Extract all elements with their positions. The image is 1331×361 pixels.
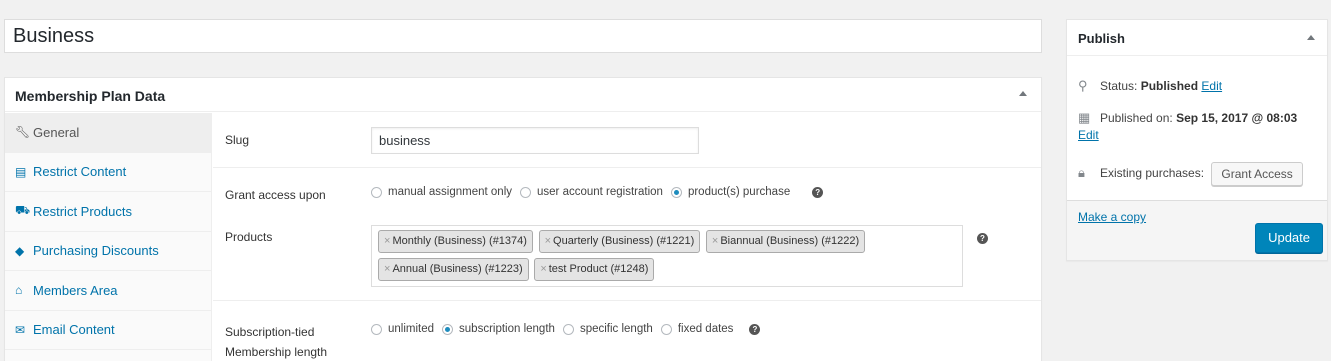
purchases-label: Existing purchases:: [1100, 166, 1205, 181]
radio-circle-icon: [562, 323, 574, 335]
radio-label: manual assignment only: [388, 186, 513, 198]
plan-tabs: 🔧︎ General ▤ Restrict Content ⛟ Restrict…: [5, 113, 212, 361]
radio-fixed-dates[interactable]: fixed dates: [660, 323, 734, 335]
published-label: Published on:: [1100, 111, 1173, 125]
cart-icon: ⛟: [15, 203, 31, 218]
radio-label: unlimited: [388, 323, 435, 335]
tab-label: Members Area: [33, 282, 118, 298]
general-panel: Slug Grant access upon manual assignment…: [213, 113, 1041, 361]
membership-length-label-line2: Membership length: [225, 345, 328, 359]
remove-icon[interactable]: ×: [384, 263, 390, 275]
radio-circle-icon: [442, 323, 454, 335]
products-label: Products: [225, 230, 273, 244]
published-on-row: ▦ Published on: Sep 15, 2017 @ 08:03 Edit: [1078, 109, 1323, 144]
status-row: ⚲ Status: Published Edit: [1078, 77, 1222, 95]
tab-label: General: [33, 124, 80, 140]
box-title: Membership Plan Data: [15, 88, 166, 104]
membership-plan-data-box: Membership Plan Data 🔧︎ General ▤ Restri…: [4, 77, 1042, 361]
membership-length-label-line1: Subscription-tied: [225, 325, 315, 339]
content-icon: ▤: [15, 164, 27, 179]
publish-actions: Make a copy Update: [1067, 200, 1327, 260]
tab-label: Restrict Products: [33, 203, 132, 219]
radio-label: product(s) purchase: [687, 186, 791, 198]
make-copy-link[interactable]: Make a copy: [1078, 210, 1146, 224]
radio-circle-icon: [371, 186, 382, 198]
remove-icon[interactable]: ×: [712, 235, 718, 247]
lock-icon: 🔒︎: [1078, 165, 1085, 181]
radio-specific-length[interactable]: specific length: [562, 323, 653, 335]
post-title-input[interactable]: Business: [4, 19, 1042, 53]
remove-icon[interactable]: ×: [545, 235, 551, 247]
radio-user-registration[interactable]: user account registration: [520, 186, 663, 198]
slug-input[interactable]: [371, 127, 699, 154]
tab-restrict-content[interactable]: ▤ Restrict Content: [5, 153, 211, 192]
radio-circle-icon: [660, 323, 672, 335]
grant-access-button[interactable]: Grant Access: [1211, 162, 1303, 186]
radio-circle-icon: [670, 186, 682, 198]
product-chip[interactable]: × Biannual (Business) (#1222): [705, 230, 866, 253]
tab-general[interactable]: 🔧︎ General: [5, 113, 211, 153]
tab-email-content[interactable]: ✉ Email Content: [5, 311, 211, 350]
product-chip[interactable]: × Annual (Business) (#1223): [378, 258, 529, 281]
radio-circle-icon: [371, 323, 382, 335]
radio-circle-icon: [520, 186, 532, 198]
grant-access-label: Grant access upon: [225, 188, 326, 202]
tab-label: Purchasing Discounts: [33, 243, 159, 259]
help-icon[interactable]: ?: [977, 233, 988, 244]
status-label: Status:: [1100, 79, 1138, 93]
divider: [213, 300, 1041, 301]
publish-title: Publish: [1078, 31, 1125, 46]
home-icon: ⌂: [15, 283, 23, 298]
email-icon: ✉: [15, 322, 26, 337]
divider: [213, 167, 1041, 168]
radio-label: subscription length: [459, 323, 555, 335]
publish-box: Publish ⚲ Status: Published Edit ▦ Publish…: [1066, 19, 1328, 261]
collapse-toggle-icon[interactable]: [1019, 91, 1027, 96]
remove-icon[interactable]: ×: [384, 235, 390, 247]
tab-members-area[interactable]: ⌂ Members Area: [5, 271, 211, 311]
radio-manual-assignment[interactable]: manual assignment only: [371, 186, 512, 198]
product-chip[interactable]: × Monthly (Business) (#1374): [378, 230, 533, 253]
radio-unlimited[interactable]: unlimited: [371, 323, 434, 335]
edit-date-link[interactable]: Edit: [1078, 128, 1099, 142]
tag-icon: ◆: [15, 243, 25, 258]
collapse-toggle-icon[interactable]: [1307, 35, 1315, 40]
radio-product-purchase[interactable]: product(s) purchase: [670, 186, 791, 198]
help-icon[interactable]: ?: [812, 186, 824, 198]
radio-label: specific length: [579, 323, 653, 335]
tab-label: Restrict Content: [33, 164, 127, 180]
remove-icon[interactable]: ×: [540, 263, 546, 275]
radio-label: user account registration: [537, 186, 663, 198]
calendar-icon: ▦: [1078, 110, 1091, 125]
radio-subscription-length[interactable]: subscription length: [442, 323, 555, 335]
membership-length-radio-group: unlimited subscription length specific l…: [371, 323, 761, 335]
slug-label: Slug: [225, 133, 250, 147]
published-value: Sep 15, 2017 @ 08:03: [1176, 111, 1298, 125]
existing-purchases-row: 🔒︎ Existing purchases: Grant Access: [1078, 162, 1303, 186]
product-chip[interactable]: × test Product (#1248): [534, 258, 655, 281]
tab-label: Email Content: [33, 322, 115, 338]
radio-label: fixed dates: [677, 323, 734, 335]
tab-restrict-products[interactable]: ⛟ Restrict Products: [5, 192, 211, 232]
status-value: Published: [1140, 79, 1199, 93]
pin-icon: ⚲: [1078, 78, 1088, 93]
tab-purchasing-discounts[interactable]: ◆ Purchasing Discounts: [5, 232, 211, 271]
help-icon[interactable]: ?: [749, 323, 761, 335]
products-select[interactable]: × Monthly (Business) (#1374) × Quarterly (…: [371, 225, 963, 287]
update-button[interactable]: Update: [1255, 223, 1323, 253]
box-header: Membership Plan Data: [5, 78, 1041, 112]
publish-header: Publish: [1067, 20, 1327, 56]
product-chip[interactable]: × Quarterly (Business) (#1221): [538, 230, 701, 253]
grant-access-radio-group: manual assignment only user account regi…: [371, 186, 824, 198]
wrench-icon: 🔧︎: [15, 125, 31, 140]
edit-status-link[interactable]: Edit: [1201, 79, 1222, 93]
